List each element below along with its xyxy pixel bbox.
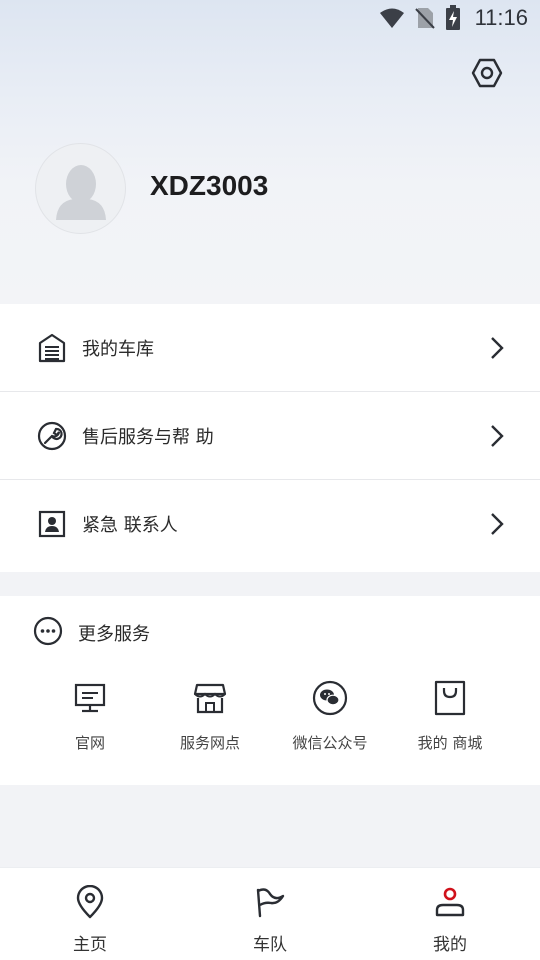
service-outlets[interactable]: 服务网点 [155,678,265,758]
service-official-site[interactable]: 官网 [35,678,145,758]
tab-fleet[interactable]: 车队 [210,868,330,960]
service-wechat[interactable]: 微信公众号 [275,678,385,758]
service-label: 官网 [74,734,105,752]
service-label: 微信公众号 [292,734,368,752]
flag-icon [252,884,288,920]
tab-label-mine: 我的 [433,935,467,955]
menu-label-after-sales: 售后服务与帮 助 [82,426,214,448]
service-label: 我的 商城 [417,734,483,752]
tab-label-fleet: 车队 [253,935,287,955]
wifi-icon [379,8,404,28]
wechat-icon [310,678,350,718]
menu-item-emergency-contact[interactable]: 紧急 联系人 [0,480,540,568]
chevron-right-icon [491,336,504,359]
tab-home[interactable]: 主页 [30,868,150,960]
menu-list: 我的车库 售后服务与帮 助 紧急 联系人 [0,304,540,572]
tab-mine[interactable]: 我的 [390,868,510,960]
avatar[interactable] [35,143,126,234]
menu-item-after-sales[interactable]: 售后服务与帮 助 [0,392,540,480]
more-services-title: 更多服务 [78,624,150,645]
status-bar: 11:16 [0,0,540,36]
more-services-section: 更多服务 官网 服务网点 微信公众号 我的 商城 [0,596,540,785]
profile-header: 11:16 XDZ3003 [0,0,540,304]
battery-charging-icon [445,5,460,30]
chevron-right-icon [491,513,504,535]
more-dots-icon [33,616,63,646]
contact-card-icon [36,508,68,540]
service-label: 服务网点 [179,734,240,752]
username: XDZ3003 [150,170,269,201]
garage-icon [36,332,68,364]
no-sim-icon [414,8,435,29]
tab-label-home: 主页 [73,935,107,955]
user-profile-icon [432,884,468,920]
monitor-icon [70,678,110,718]
menu-label-emergency-contact: 紧急 联系人 [82,515,178,536]
location-pin-icon [72,884,108,920]
bottom-tab-bar: 主页 车队 我的 [0,867,540,960]
menu-label-garage: 我的车库 [82,338,154,360]
shopping-bag-icon [430,678,470,718]
settings-hexagon-icon [471,58,503,88]
menu-item-garage[interactable]: 我的车库 [0,304,540,392]
chevron-right-icon [491,424,504,447]
service-mall[interactable]: 我的 商城 [395,678,505,758]
status-time: 11:16 [474,5,528,30]
settings-button[interactable] [466,52,508,94]
storefront-icon [190,678,230,718]
wrench-icon [36,420,68,452]
user-silhouette-icon [56,165,106,220]
